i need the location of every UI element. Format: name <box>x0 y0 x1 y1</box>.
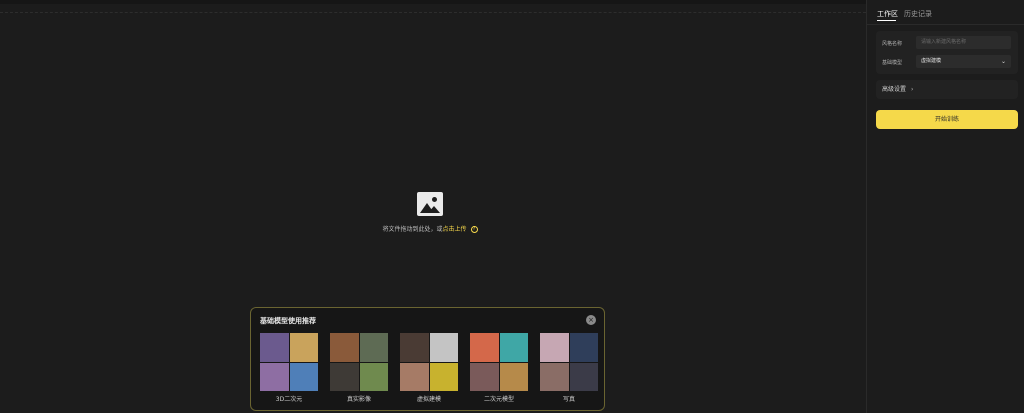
recommendation-label: 虚拟建模 <box>416 396 441 403</box>
tab-workspace[interactable]: 工作区 <box>877 9 898 21</box>
recommendation-label: 3D二次元 <box>275 396 303 403</box>
upload-hint-text: 将文件拖动到此处，或 <box>382 226 443 233</box>
thumb-3 <box>289 362 318 391</box>
recommendation-label: 二次元模型 <box>483 396 514 403</box>
thumb-1 <box>569 333 598 362</box>
thumb-2 <box>260 362 289 391</box>
thumb-3 <box>359 362 388 391</box>
thumb-0 <box>540 333 569 362</box>
recommendation-label: 真实影像 <box>346 396 371 403</box>
advanced-settings[interactable]: 高级设置 › <box>876 80 1018 99</box>
upload-hint: 将文件拖动到此处，或点击上传? <box>300 224 560 233</box>
recommendation-item-portrait[interactable]: 写真 <box>540 333 598 403</box>
chevron-right-icon: › <box>911 86 914 93</box>
upload-area[interactable]: 将文件拖动到此处，或点击上传? <box>300 192 560 233</box>
thumb-0 <box>330 333 359 362</box>
thumb-1 <box>359 333 388 362</box>
recommendation-item-real-photo[interactable]: 真实影像 <box>330 333 388 403</box>
recommendation-item-virtual-model[interactable]: 虚拟建模 <box>400 333 458 403</box>
recommendation-title: 基础模型使用推荐 <box>260 317 316 325</box>
thumb-0 <box>260 333 289 362</box>
click-upload-link[interactable]: 点击上传 <box>443 226 467 233</box>
advanced-settings-label: 高级设置 <box>882 86 907 93</box>
thumb-1 <box>289 333 318 362</box>
model-thumbnail <box>400 333 458 391</box>
right-sidebar: 工作区 历史记录 风格名称 请输入新建风格名称 基础模型? 虚拟建模 ⌄ 高级设… <box>866 0 1024 413</box>
chevron-down-icon: ⌄ <box>1000 58 1006 65</box>
recommendation-label: 写真 <box>562 396 575 403</box>
thumb-0 <box>470 333 499 362</box>
tab-history[interactable]: 历史记录 <box>904 9 932 19</box>
model-thumbnail <box>470 333 528 391</box>
style-name-label: 风格名称 <box>882 41 903 47</box>
thumb-2 <box>400 362 429 391</box>
base-model-select[interactable]: 虚拟建模 ⌄ <box>916 55 1011 68</box>
recommendation-item-3d-anime[interactable]: 3D二次元 <box>260 333 318 403</box>
dashed-divider <box>0 12 866 13</box>
image-icon <box>417 192 443 216</box>
thumb-3 <box>429 362 458 391</box>
help-icon[interactable]: ? <box>470 226 478 233</box>
thumb-2 <box>540 362 569 391</box>
style-name-input[interactable]: 请输入新建风格名称 <box>916 36 1011 49</box>
thumb-2 <box>470 362 499 391</box>
thumb-3 <box>569 362 598 391</box>
recommendation-list: 3D二次元 真实影像 虚拟建模 二次元模型 写真 <box>260 333 600 403</box>
upload-workspace[interactable]: 将文件拖动到此处，或点击上传? 基础模型使用推荐 × 3D二次元 真实影像 虚拟… <box>0 4 866 413</box>
tab-divider <box>867 24 1024 25</box>
close-icon[interactable]: × <box>586 315 596 325</box>
base-model-label: 基础模型 <box>882 60 903 66</box>
thumb-0 <box>400 333 429 362</box>
training-form: 风格名称 请输入新建风格名称 基础模型? 虚拟建模 ⌄ <box>876 31 1018 74</box>
thumb-1 <box>429 333 458 362</box>
base-model-label-wrap: 基础模型? <box>882 59 925 66</box>
thumb-2 <box>330 362 359 391</box>
base-model-value: 虚拟建模 <box>921 58 942 64</box>
model-thumbnail <box>540 333 598 391</box>
start-training-button[interactable]: 开始训练 <box>876 110 1018 129</box>
thumb-1 <box>499 333 528 362</box>
model-thumbnail <box>330 333 388 391</box>
recommendation-item-anime-model[interactable]: 二次元模型 <box>470 333 528 403</box>
thumb-3 <box>499 362 528 391</box>
model-recommendation-panel: 基础模型使用推荐 × 3D二次元 真实影像 虚拟建模 二次元模型 写真 <box>250 307 605 411</box>
model-thumbnail <box>260 333 318 391</box>
